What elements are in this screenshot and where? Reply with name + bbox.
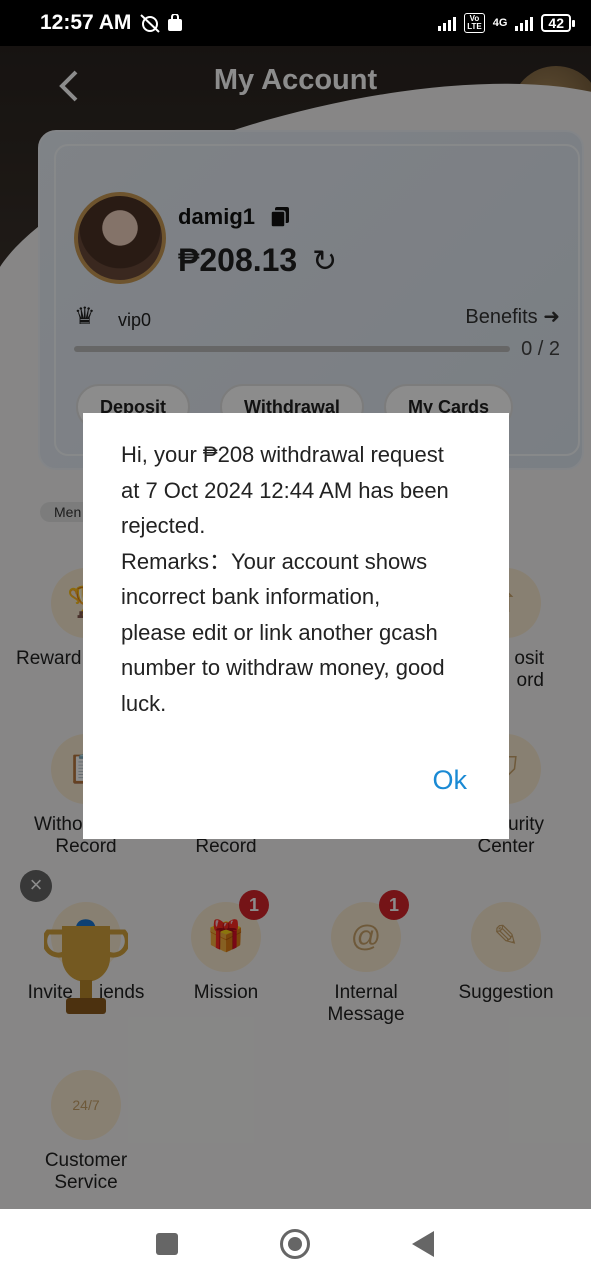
alarm-off-icon	[140, 14, 161, 33]
recents-icon[interactable]	[156, 1233, 178, 1255]
home-icon[interactable]	[280, 1229, 310, 1259]
signal-icon	[438, 15, 457, 31]
network-type: 4G	[492, 17, 508, 29]
system-nav-bar	[0, 1209, 591, 1280]
battery-icon: 42	[541, 14, 575, 32]
status-bar: 12:57 AM Vo LTE 4G 42	[0, 0, 591, 46]
signal-icon-2	[515, 15, 534, 31]
volte-icon: Vo LTE	[464, 13, 485, 33]
withdrawal-rejected-dialog: Hi, your ₱208 withdrawal request at 7 Oc…	[83, 413, 509, 839]
back-triangle-icon[interactable]	[412, 1231, 434, 1257]
dialog-message: Hi, your ₱208 withdrawal request at 7 Oc…	[121, 442, 449, 716]
status-time: 12:57 AM	[40, 11, 132, 34]
ok-button[interactable]: Ok	[432, 765, 467, 796]
shopping-bag-icon	[168, 14, 183, 31]
